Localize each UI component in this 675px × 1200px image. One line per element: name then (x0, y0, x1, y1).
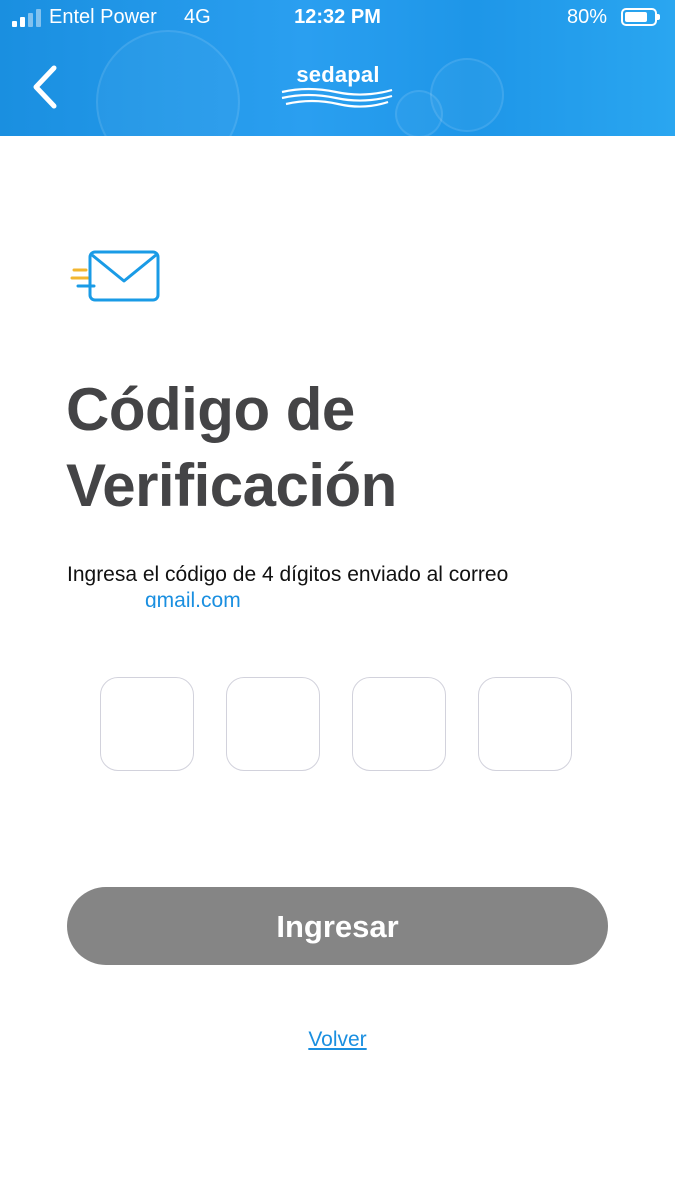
status-bar: Entel Power 4G 12:32 PM 80% (0, 0, 675, 36)
submit-button[interactable]: Ingresar (67, 887, 608, 965)
battery-percentage: 80% (567, 6, 608, 28)
instruction-text: Ingresa el código de 4 dígitos enviado a… (67, 563, 509, 586)
code-digit-3[interactable] (352, 677, 446, 771)
back-link-row: Volver (0, 1028, 675, 1052)
verification-screen: Entel Power 4G 12:32 PM 80% sedapal Códi… (0, 0, 675, 1200)
email-domain: gmail.com (145, 589, 241, 608)
back-link[interactable]: Volver (308, 1028, 366, 1051)
email-icon (70, 250, 160, 302)
code-digit-4[interactable] (478, 677, 572, 771)
email-redaction (67, 588, 145, 608)
back-button[interactable] (24, 62, 68, 112)
header-bubble-decoration (96, 30, 240, 136)
code-input-group (100, 677, 576, 773)
logo-waves-icon (281, 87, 393, 108)
app-header: Entel Power 4G 12:32 PM 80% sedapal (0, 0, 675, 136)
chevron-left-icon (33, 65, 57, 109)
code-digit-2[interactable] (226, 677, 320, 771)
email-address: gmail.com (67, 588, 367, 608)
header-bubble-decoration (395, 90, 443, 136)
logo-text: sedapal (296, 62, 380, 87)
page-title: Código de Verificación (66, 376, 397, 519)
code-digit-1[interactable] (100, 677, 194, 771)
battery-icon (621, 8, 660, 26)
sedapal-logo: sedapal (278, 62, 398, 110)
